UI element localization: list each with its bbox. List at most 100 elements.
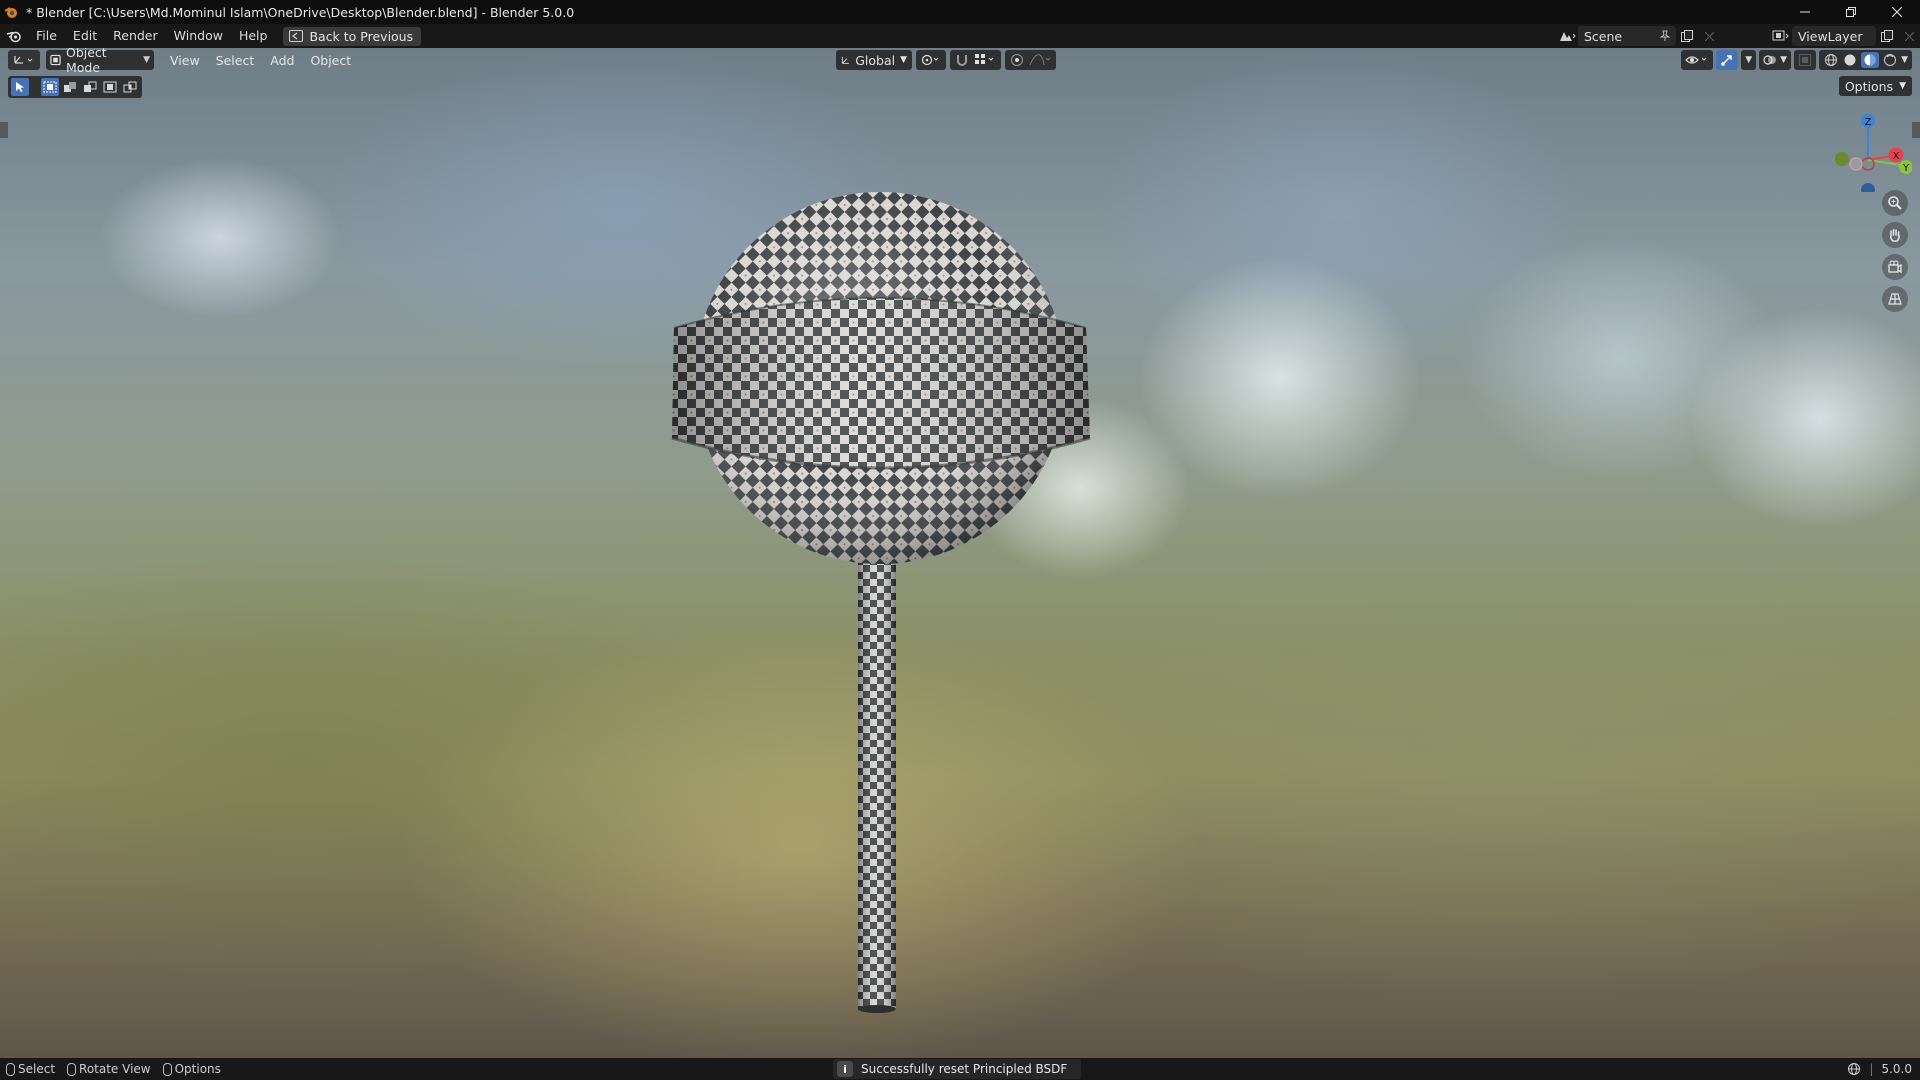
toolbar-expand-arrow[interactable] <box>0 122 8 138</box>
lollipop-model[interactable] <box>660 138 1100 1018</box>
snap-grid-icon <box>975 54 994 64</box>
negative-y-axis-icon[interactable] <box>1835 152 1849 166</box>
negative-z-axis-icon[interactable] <box>1861 183 1875 192</box>
hand-icon <box>1890 228 1900 242</box>
gizmo-options-dropdown[interactable]: ▼ <box>1741 50 1757 70</box>
new-view-layer-button[interactable] <box>1876 26 1898 46</box>
rendered-shading-icon[interactable] <box>1882 53 1898 67</box>
zoom-icon <box>1888 196 1902 210</box>
visibility-selector[interactable] <box>1681 50 1714 70</box>
select-subtract-icon <box>84 81 97 92</box>
title-bar: * Blender [C:\Users\Md.Mominul Islam\One… <box>0 0 1920 24</box>
delete-scene-button[interactable] <box>1698 26 1720 46</box>
mode-extend-selection[interactable] <box>61 78 79 96</box>
view-layer-name: ViewLayer <box>1798 28 1863 44</box>
duplicate-icon <box>1681 30 1693 42</box>
back-to-previous-label: Back to Previous <box>309 28 414 44</box>
blender-icon <box>6 31 21 43</box>
options-dropdown[interactable]: Options ▼ <box>1838 76 1912 96</box>
scene-icon <box>1560 32 1576 41</box>
select-tool-options <box>8 76 142 98</box>
restore-button[interactable] <box>1828 0 1874 24</box>
projection-toggle-button[interactable] <box>1882 286 1908 312</box>
hint-options: Options <box>162 1062 221 1076</box>
menu-help[interactable]: Help <box>231 24 276 48</box>
status-report[interactable]: i Successfully reset Principled BSDF <box>833 1059 1082 1079</box>
3d-viewport[interactable]: Object Mode ▼ View Select Add Object Glo… <box>0 48 1920 1058</box>
chevron-down-icon: ▼ <box>1745 55 1753 65</box>
back-to-previous-button[interactable]: Back to Previous <box>283 26 422 46</box>
xray-toggle[interactable] <box>1794 50 1817 70</box>
pivot-icon <box>921 54 939 66</box>
top-menu-bar: File Edit Render Window Help Back to Pre… <box>0 24 1920 48</box>
chevron-down-icon[interactable]: ▼ <box>1901 55 1908 65</box>
menu-edit[interactable]: Edit <box>65 24 105 48</box>
view-layer-browse-button[interactable] <box>1770 26 1792 46</box>
wireframe-shading-icon[interactable] <box>1823 53 1839 67</box>
mode-subtract-selection[interactable] <box>81 78 99 96</box>
camera-view-button[interactable] <box>1882 254 1908 280</box>
mode-new-selection[interactable] <box>41 78 59 96</box>
snapping-controls[interactable] <box>950 50 1001 70</box>
select-intersect-icon <box>123 81 137 93</box>
chevron-down-icon: ▼ <box>1780 55 1788 65</box>
material-preview-shading-icon[interactable] <box>1861 52 1880 68</box>
proportional-editing-controls[interactable] <box>1005 50 1056 70</box>
scene-name-field[interactable]: Scene <box>1578 26 1676 46</box>
view-layer-selector: ViewLayer <box>1770 26 1920 46</box>
show-overlays-toggle[interactable]: ▼ <box>1759 50 1792 70</box>
zoom-button[interactable] <box>1882 190 1908 216</box>
show-gizmo-toggle[interactable] <box>1716 50 1739 70</box>
orientation-global-icon <box>841 56 849 64</box>
select-new-icon <box>43 81 57 93</box>
chevron-down-icon: ▼ <box>900 55 907 65</box>
pin-icon <box>1660 30 1670 41</box>
navigation-gizmo[interactable]: Z X Y <box>1826 108 1912 192</box>
scene-selector: Scene <box>1556 26 1720 46</box>
3d-view-icon <box>14 56 33 64</box>
hint-select: Select <box>6 1062 55 1076</box>
viewport-header: Object Mode ▼ View Select Add Object Glo… <box>0 48 1920 75</box>
new-scene-button[interactable] <box>1676 26 1698 46</box>
blender-menu-button[interactable] <box>0 24 28 48</box>
delete-view-layer-button[interactable] <box>1898 26 1920 46</box>
transform-orientation-label: Global <box>855 52 896 68</box>
menu-view[interactable]: View <box>162 53 208 68</box>
menu-add[interactable]: Add <box>262 53 302 68</box>
scene-browse-button[interactable] <box>1556 26 1578 46</box>
status-bar: Select Rotate View Options i Successfull… <box>0 1058 1920 1080</box>
select-box-tool[interactable] <box>11 78 29 96</box>
close-icon <box>1892 7 1902 17</box>
menu-window[interactable]: Window <box>166 24 231 48</box>
hint-rotate-view-label: Rotate View <box>79 1062 151 1076</box>
network-globe-icon[interactable] <box>1847 1062 1861 1076</box>
mode-selector[interactable]: Object Mode ▼ <box>46 48 154 75</box>
proportional-edit-icon <box>1011 54 1023 66</box>
render-layers-icon <box>1772 30 1789 41</box>
sidebar-expand-arrow[interactable] <box>1912 122 1920 138</box>
eye-icon <box>1685 56 1707 64</box>
mode-intersect-selection[interactable] <box>121 78 139 96</box>
view-layer-name-field[interactable]: ViewLayer <box>1792 26 1876 46</box>
hint-options-label: Options <box>174 1062 221 1076</box>
transform-tools: Global ▼ <box>836 50 1056 70</box>
menu-select[interactable]: Select <box>208 53 263 68</box>
minimize-button[interactable] <box>1782 0 1828 24</box>
menu-object[interactable]: Object <box>302 53 359 68</box>
status-right: | 5.0.0 <box>1847 1058 1912 1080</box>
close-button[interactable] <box>1874 0 1920 24</box>
cursor-icon <box>16 82 24 92</box>
menu-render[interactable]: Render <box>105 24 166 48</box>
mouse-left-icon <box>6 1062 15 1076</box>
pivot-point-selector[interactable] <box>916 50 946 70</box>
window-controls <box>1782 0 1920 24</box>
select-extend-icon <box>64 82 76 92</box>
navigation-buttons <box>1882 190 1908 312</box>
transform-orientation-selector[interactable]: Global ▼ <box>836 50 912 70</box>
editor-type-button[interactable] <box>8 50 40 70</box>
xray-icon <box>1799 54 1812 66</box>
mode-invert-selection[interactable] <box>101 78 119 96</box>
menu-file[interactable]: File <box>28 24 65 48</box>
solid-shading-icon[interactable] <box>1842 53 1858 67</box>
pan-button[interactable] <box>1882 222 1908 248</box>
